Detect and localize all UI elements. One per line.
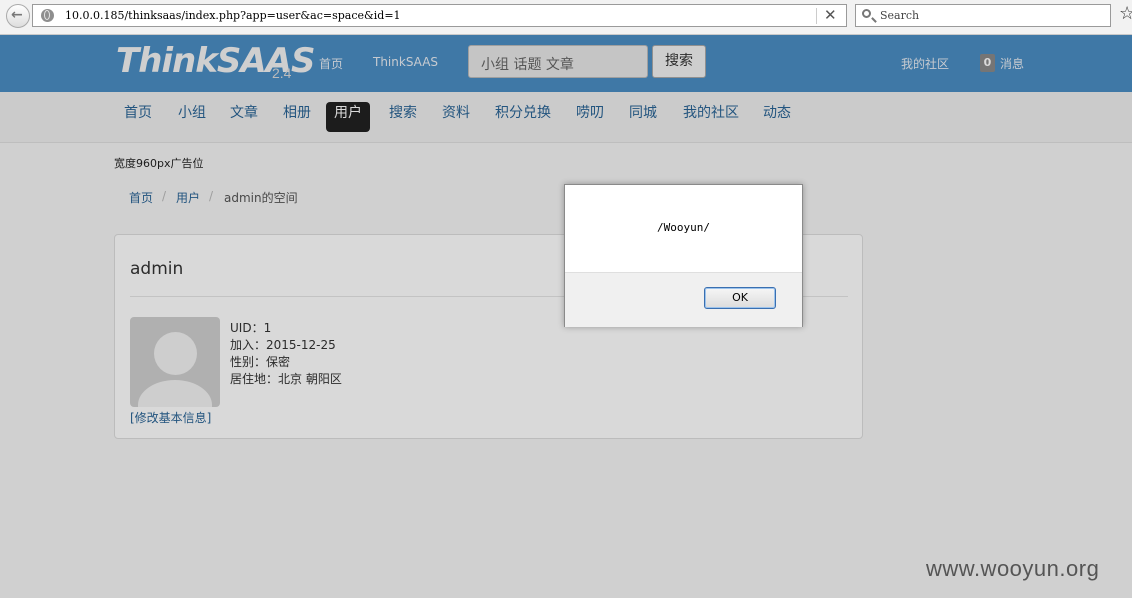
url-text[interactable]: 10.0.0.185/thinksaas/index.php?app=user&…: [65, 9, 401, 22]
back-arrow-icon: ←: [11, 7, 23, 23]
bookmark-star-icon[interactable]: ☆: [1119, 3, 1132, 24]
url-divider: [816, 8, 817, 24]
alert-dialog: /Wooyun/ OK: [564, 184, 803, 327]
alert-footer: OK: [565, 272, 802, 327]
address-bar[interactable]: 10.0.0.185/thinksaas/index.php?app=user&…: [32, 4, 847, 27]
search-icon: [862, 9, 871, 18]
browser-toolbar: ← 10.0.0.185/thinksaas/index.php?app=use…: [0, 0, 1132, 35]
stop-icon[interactable]: ✕: [824, 6, 837, 24]
browser-search-placeholder: Search: [880, 9, 920, 22]
browser-search-box[interactable]: Search: [855, 4, 1111, 27]
globe-icon: [41, 9, 54, 22]
ok-button[interactable]: OK: [704, 287, 776, 309]
alert-message: /Wooyun/: [657, 221, 710, 234]
watermark: www.wooyun.org: [926, 556, 1100, 581]
back-button[interactable]: ←: [6, 4, 30, 28]
